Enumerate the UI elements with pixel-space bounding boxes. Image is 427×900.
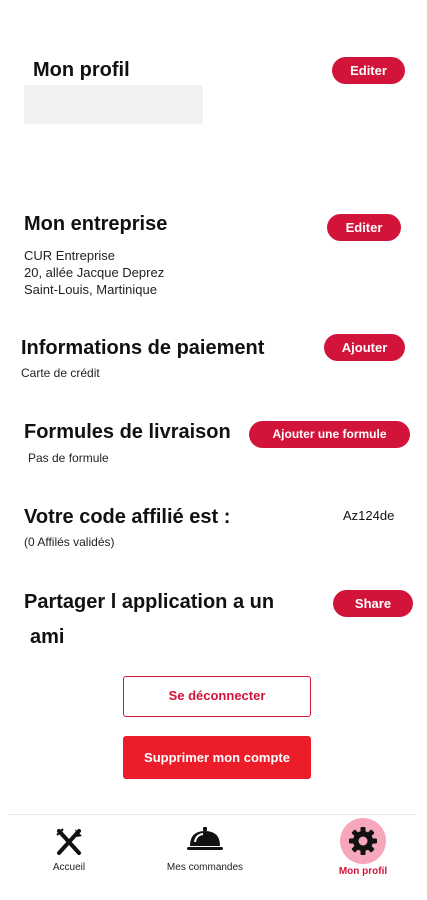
gear-icon [349,827,377,855]
affiliate-title: Votre code affilié est : [24,506,231,528]
delivery-add-button[interactable]: Ajouter une formule [249,421,410,448]
affiliate-code: Az124de [343,508,395,523]
affiliate-validated: (0 Affilés validés) [24,535,115,549]
payment-title: Informations de paiement [21,337,265,359]
share-title-line2: ami [30,626,65,648]
delivery-empty-text: Pas de formule [28,451,109,465]
fork-knife-icon [56,828,82,855]
nav-label-mes-commandes: Mes commandes [166,862,244,873]
company-address-line2: Saint-Louis, Martinique [24,282,157,297]
payment-add-button[interactable]: Ajouter [324,334,405,361]
company-address-line1: 20, allée Jacque Deprez [24,265,165,280]
delete-account-button[interactable]: Supprimer mon compte [123,736,311,779]
company-edit-button[interactable]: Editer [327,214,401,241]
share-button[interactable]: Share [333,590,413,617]
logout-button[interactable]: Se déconnecter [123,676,311,717]
delivery-title: Formules de livraison [24,421,231,443]
active-indicator [340,818,386,864]
payment-method: Carte de crédit [21,366,100,380]
profile-placeholder [24,85,203,124]
company-name: CUR Entreprise [24,248,116,263]
profile-edit-button[interactable]: Editer [332,57,405,84]
nav-label-accueil: Accueil [52,862,86,873]
nav-item-mon-profil[interactable]: Mon profil [332,818,394,877]
company-title: Mon entreprise [24,213,168,235]
nav-item-mes-commandes[interactable]: Mes commandes [157,824,253,873]
cloche-icon [187,827,223,850]
nav-label-mon-profil: Mon profil [338,866,388,877]
profile-title: Mon profil [33,59,130,81]
bottom-nav-divider [8,814,415,815]
share-title-line1: Partager l application a un [24,591,275,613]
nav-item-accueil[interactable]: Accueil [38,826,100,873]
